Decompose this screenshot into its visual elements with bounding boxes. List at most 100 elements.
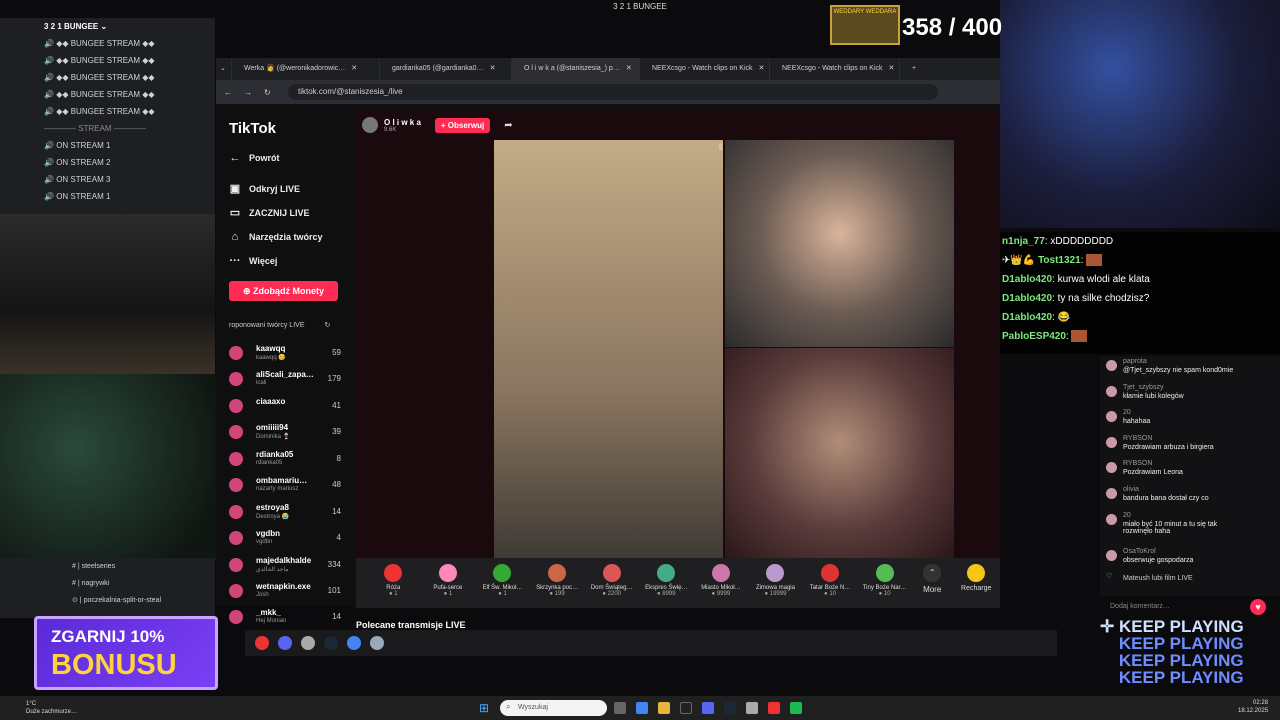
get-coins-button[interactable]: ⊕ Zdobądź Monety [229,281,338,301]
creator-item[interactable]: rdianka05 rdianka05 8 [229,450,341,476]
nav-more[interactable]: ··· Więcej [229,255,278,267]
gift-item[interactable]: Tiny Boże Nar… ● 10 [857,558,912,608]
terminal-icon[interactable] [680,702,692,714]
nav-discover-live[interactable]: ▣ Odkryj LIVE [229,182,300,195]
host-name[interactable]: O l i w k a [384,118,421,127]
new-tab-button[interactable]: + [900,58,928,80]
text-channel[interactable]: ⊙ | poczekalnia-split-or-steal [0,592,215,609]
voice-channel[interactable]: 🔊 ◆◆ BUNGEE STREAM ◆◆ [0,103,215,120]
avatar [229,425,243,439]
creator-item[interactable]: kaawqq kaawqq 😊 59 [229,344,341,370]
webcam-feed [1000,0,1280,228]
discord-icon[interactable] [702,702,714,714]
follow-button[interactable]: + Obserwuj [434,117,491,133]
browser-tab[interactable]: NEEXcsgo - Watch clips on Kick ✕ [640,58,770,80]
channel-category[interactable]: ———— STREAM ———— [0,120,215,137]
close-icon[interactable]: ✕ [490,58,496,80]
text-channel[interactable]: # | nagrywki [0,575,215,592]
steam-icon[interactable] [724,702,736,714]
voice-channel[interactable]: 🔊 ON STREAM 1 [0,137,215,154]
gift-item[interactable]: Róża ● 1 [366,558,421,608]
folder-icon[interactable] [658,702,670,714]
taskbar-clock[interactable]: 02:28 18.12.2025 [1238,699,1268,715]
voice-channel[interactable]: 🔊 ◆◆ BUNGEE STREAM ◆◆ [0,52,215,69]
opera-icon[interactable] [768,702,780,714]
close-icon[interactable]: ✕ [889,58,895,80]
forward-icon[interactable]: → [244,88,252,97]
creator-item[interactable]: ciaaaxo 41 [229,397,341,423]
search-icon: ⌕ [506,702,511,711]
gift-item[interactable]: Ekspres Świę… ● 8999 [639,558,694,608]
browser-tab[interactable]: NEEXcsgo - Watch clips on Kick ✕ [770,58,900,80]
tab-list-icon[interactable]: ⌄ [216,58,232,80]
voice-channel[interactable]: 🔊 ◆◆ BUNGEE STREAM ◆◆ [0,69,215,86]
live-video-guest [725,140,954,347]
chat-message: ✈👑💪 Tost1321: [1000,251,1280,270]
host-avatar[interactable] [362,117,378,133]
voice-channel[interactable]: 🔊 ◆◆ BUNGEE STREAM ◆◆ [0,86,215,103]
gift-item[interactable]: Dom Świąteg… ● 2200 [584,558,639,608]
steam-icon[interactable] [324,636,338,650]
opera-icon[interactable] [255,636,269,650]
browser-tab[interactable]: gardianka05 (@gardianka0… ✕ [380,58,512,80]
nav-creator-tools[interactable]: ⌂ Narzędzia twórcy [229,231,323,243]
like-heart-icon[interactable]: ♥ [1250,599,1266,615]
task-view-icon[interactable] [614,702,626,714]
voice-channel[interactable]: 🔊 ON STREAM 1 [0,188,215,205]
chat-message: PabloESP420: [1000,327,1280,346]
creator-item[interactable]: majedalkhalde ماجد الخالدي 334 [229,556,341,582]
back-icon[interactable]: ← [224,88,232,97]
chrome-icon[interactable] [636,702,648,714]
gift-icon [766,564,785,582]
browser-tab[interactable]: Werka 👩 (@weronikadorowic… ✕ [232,58,380,80]
voice-channel[interactable]: 🔊 ON STREAM 2 [0,154,215,171]
gear-icon[interactable] [370,636,384,650]
gift-item[interactable]: Elf Św. Mikoł… ● 1 [475,558,530,608]
gift-icon [493,564,512,582]
nav-back[interactable]: ← Powrót [229,152,280,164]
url-input[interactable]: tiktok.com/@staniszesia_/live [288,84,938,100]
nav-start-live[interactable]: ▭ ZACZNIJ LIVE [229,206,310,219]
recharge-button[interactable]: Recharge [952,558,1000,608]
settings-icon[interactable] [301,636,315,650]
creator-item[interactable]: estroya8 Destroya 😭 14 [229,503,341,529]
gift-item[interactable]: Skrzynka poc… ● 199 [530,558,585,608]
gift-icon [875,564,894,582]
creator-item[interactable]: omiiiii94 Dominika 🍷 39 [229,423,341,449]
text-channel[interactable]: # | steelseries [0,558,215,575]
close-icon[interactable]: ✕ [626,58,632,80]
creator-item[interactable]: wetnapkin.exe Josh 101 [229,582,341,608]
bonus-banner[interactable]: ZGARNIJ 10% BONUSU [34,616,218,690]
browser-tab-active[interactable]: O l i w k a (@staniszesia_) p… ✕ [512,58,640,80]
gift-item[interactable]: Pufa-serce ● 1 [421,558,476,608]
weather-widget[interactable]: 1°C Duże zachmurze… [26,700,77,716]
discord-icon[interactable] [278,636,292,650]
reload-icon[interactable]: ↻ [264,88,271,97]
voice-channel[interactable]: 🔊 ◆◆ BUNGEE STREAM ◆◆ [0,35,215,52]
stream-chat-overlay: n1nja_77: xDDDDDDDD ✈👑💪 Tost1321: D1ablo… [1000,232,1280,354]
creator-item[interactable]: vgdbn vgdbn 4 [229,529,341,555]
taskbar-search[interactable]: Wyszukaj [500,700,607,716]
share-icon[interactable]: ➦ [504,120,512,131]
close-icon[interactable]: ✕ [759,58,765,80]
tiktok-logo[interactable]: TikTok [229,120,276,137]
more-gifts-button[interactable]: ⌃ More [912,558,953,608]
discord-server-name[interactable]: 3 2 1 BUNGEE ⌄ [0,18,215,35]
host-followers: 9.6K [384,126,397,133]
start-icon[interactable]: ⊞ [479,701,489,715]
gift-item[interactable]: Zimowa magia ● 19999 [748,558,803,608]
voice-channel[interactable]: 🔊 ON STREAM 3 [0,171,215,188]
creator-item[interactable]: _mkk_ Hej Monian 14 [229,608,341,628]
gift-item[interactable]: Miasto Mikoł… ● 9999 [694,558,749,608]
discord-text-channels: # | steelseries # | nagrywki ⊙ | poczeka… [0,558,215,618]
creator-item[interactable]: ombamariu… nazarty mariusz 48 [229,476,341,502]
refresh-icon[interactable]: ↻ [324,322,330,329]
gift-item[interactable]: Tatar Boże N… ● 10 [803,558,858,608]
chrome-icon[interactable] [347,636,361,650]
avatar [1106,385,1117,397]
spotify-icon[interactable] [790,702,802,714]
close-icon[interactable]: ✕ [351,58,357,80]
avatar [229,584,243,598]
obs-icon[interactable] [746,702,758,714]
creator-item[interactable]: aliScali_zapa… icali 179 [229,370,341,396]
